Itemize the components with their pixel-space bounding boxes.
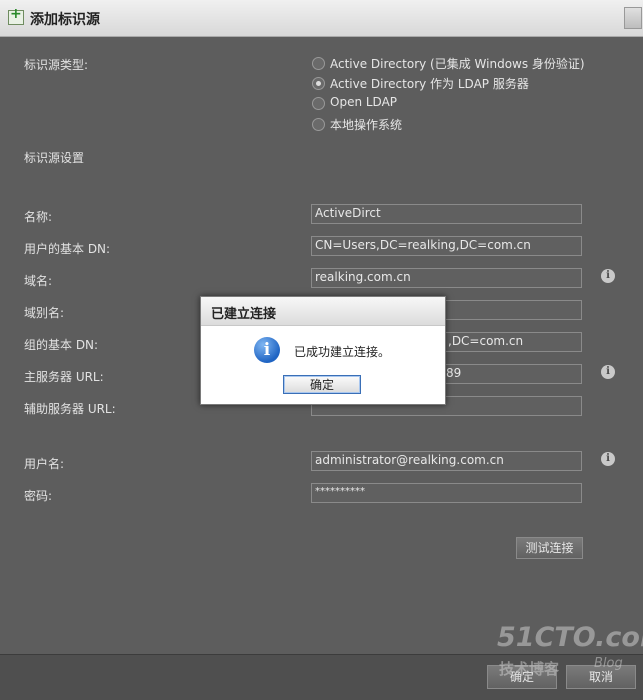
radio-label: Active Directory 作为 LDAP 服务器: [330, 77, 529, 91]
base-dn-groups-label: 组的基本 DN:: [24, 338, 99, 352]
source-type-label: 标识源类型:: [24, 58, 89, 72]
radio-button-selected[interactable]: [312, 77, 325, 90]
window-control-button[interactable]: [624, 7, 642, 29]
primary-url-label: 主服务器 URL:: [24, 370, 104, 384]
info-icon[interactable]: i: [601, 365, 615, 379]
info-icon[interactable]: i: [601, 269, 615, 283]
dialog-title: 已建立连接: [211, 307, 277, 322]
username-label: 用户名:: [24, 457, 65, 471]
username-input[interactable]: administrator@realking.com.cn: [311, 451, 582, 471]
watermark-logo: 51CTO.com: [497, 622, 643, 653]
radio-label: 本地操作系统: [330, 118, 403, 132]
radio-button[interactable]: [312, 57, 325, 70]
domain-name-label: 域名:: [24, 274, 53, 288]
dialog-titlebar: 已建立连接: [201, 297, 445, 326]
test-connection-button[interactable]: 测试连接: [516, 537, 583, 559]
secondary-url-label: 辅助服务器 URL:: [24, 402, 116, 416]
radio-label: Active Directory (已集成 Windows 身份验证): [330, 57, 585, 71]
base-dn-users-input[interactable]: CN=Users,DC=realking,DC=com.cn: [311, 236, 582, 256]
settings-section-label: 标识源设置: [24, 151, 85, 165]
name-label: 名称:: [24, 210, 53, 224]
information-icon: i: [254, 337, 280, 363]
name-input[interactable]: ActiveDirct: [311, 204, 582, 224]
password-label: 密码:: [24, 489, 53, 503]
radio-button[interactable]: [312, 118, 325, 131]
add-source-icon: [8, 6, 24, 25]
dialog-ok-button[interactable]: 确定: [283, 375, 361, 394]
window-title: 添加标识源: [30, 12, 100, 28]
domain-alias-label: 域别名:: [24, 306, 65, 320]
watermark-subtitle: 技术博客: [499, 660, 560, 678]
window-titlebar: 添加标识源: [0, 0, 643, 37]
info-icon[interactable]: i: [601, 452, 615, 466]
password-input[interactable]: **********: [311, 483, 582, 503]
domain-name-input[interactable]: realking.com.cn: [311, 268, 582, 288]
radio-label: Open LDAP: [330, 95, 398, 109]
base-dn-users-label: 用户的基本 DN:: [24, 242, 111, 256]
watermark-blog: Blog: [594, 656, 623, 671]
dialog-message: 已成功建立连接。: [294, 345, 391, 359]
radio-button[interactable]: [312, 97, 325, 110]
connection-dialog: 已建立连接 i 已成功建立连接。 确定: [200, 296, 446, 405]
